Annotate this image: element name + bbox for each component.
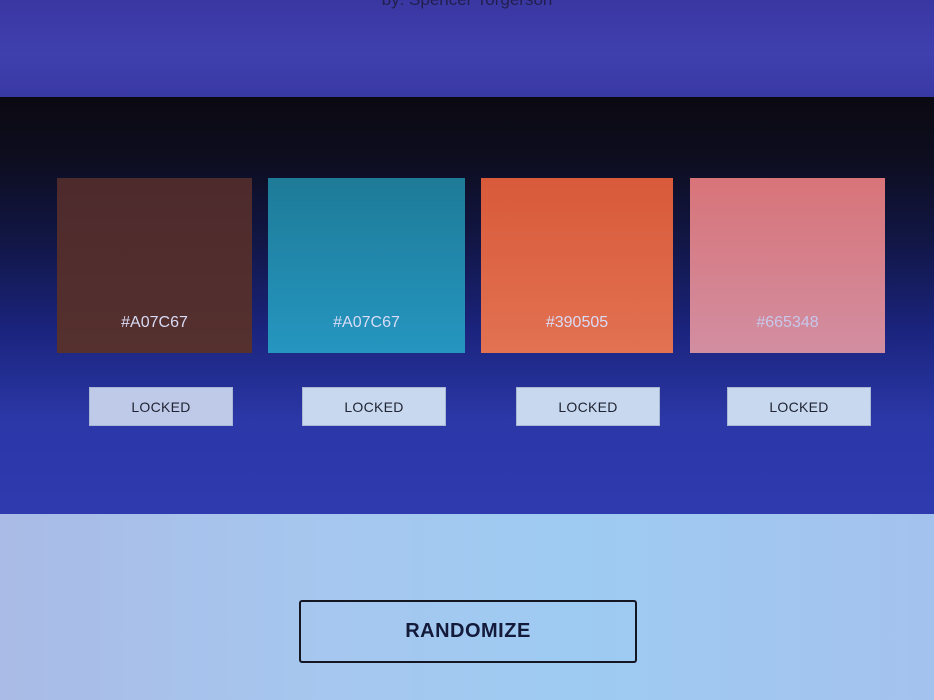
color-swatch-3: #390505 <box>481 178 673 353</box>
author-byline: by: Spencer Torgerson <box>0 0 934 10</box>
randomize-button[interactable]: RANDOMIZE <box>299 600 637 663</box>
color-swatch-2: #A07C67 <box>268 178 465 353</box>
color-swatch-4: #665348 <box>690 178 885 353</box>
swatch-hex-label: #A07C67 <box>333 314 400 331</box>
lock-button-2[interactable]: LOCKED <box>302 387 446 426</box>
lock-button-4[interactable]: LOCKED <box>727 387 871 426</box>
swatch-hex-label: #A07C67 <box>121 314 188 331</box>
swatch-hex-label: #390505 <box>545 314 609 331</box>
color-swatch-1: #A07C67 <box>57 178 252 353</box>
lock-button-1[interactable]: LOCKED <box>89 387 233 426</box>
swatch-hex-label: #665348 <box>756 314 819 331</box>
header-band: by: Spencer Torgerson <box>0 0 934 97</box>
lock-button-3[interactable]: LOCKED <box>516 387 660 426</box>
